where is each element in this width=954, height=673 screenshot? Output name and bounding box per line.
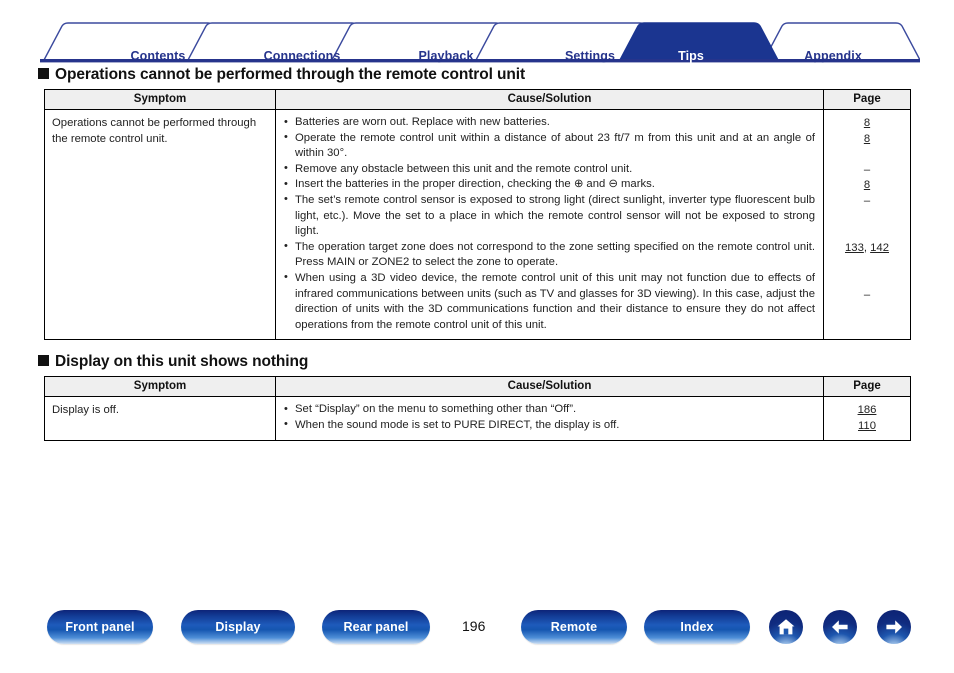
home-icon xyxy=(777,619,795,635)
back-button[interactable] xyxy=(823,610,857,644)
page-number: 196 xyxy=(462,618,486,634)
arrow-left-icon xyxy=(832,620,848,634)
display-button[interactable]: Display xyxy=(181,610,295,644)
front-panel-button[interactable]: Front panel xyxy=(47,610,153,644)
next-button[interactable] xyxy=(877,610,911,644)
rear-panel-button[interactable]: Rear panel xyxy=(322,610,430,644)
home-button[interactable] xyxy=(769,610,803,644)
index-button[interactable]: Index xyxy=(644,610,750,644)
remote-button[interactable]: Remote xyxy=(521,610,627,644)
arrow-right-icon xyxy=(886,620,902,634)
footer-nav: Front panel Display Rear panel 196 Remot… xyxy=(0,0,954,673)
